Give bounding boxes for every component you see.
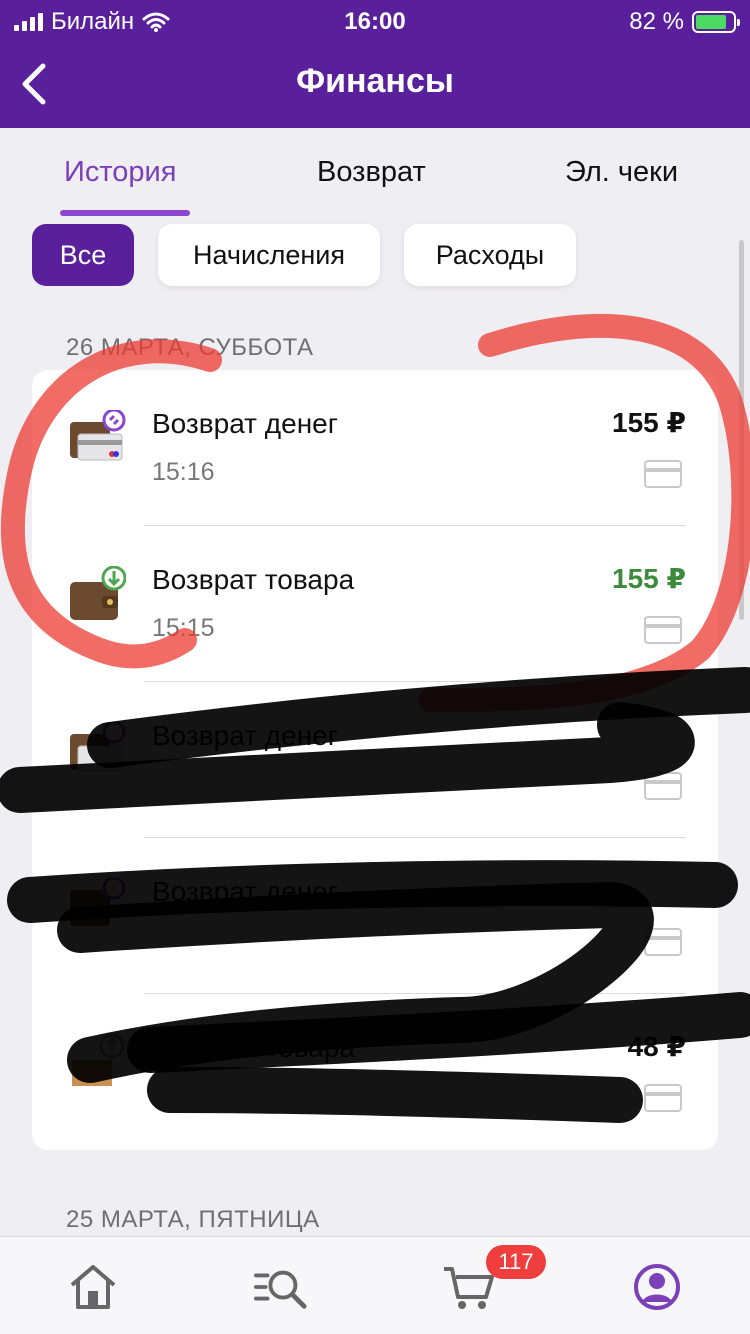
scrollbar[interactable] bbox=[739, 240, 744, 620]
card-payment-icon bbox=[644, 460, 682, 488]
card-payment-icon bbox=[644, 616, 682, 644]
package-upload-icon bbox=[72, 1034, 125, 1086]
transactions-card: Возврат денег 15:16 155 ₽ Возврат товара… bbox=[32, 370, 718, 1150]
page-title: Финансы bbox=[296, 62, 454, 100]
wallet-card-refund-icon bbox=[70, 722, 126, 773]
nav-home[interactable] bbox=[66, 1261, 120, 1313]
transaction-name: Возврат денег bbox=[152, 720, 338, 751]
transaction-row[interactable]: Возврат денег 15:16 155 ₽ bbox=[32, 370, 718, 526]
battery-percent: 82 % bbox=[629, 8, 684, 35]
transaction-name: Возврат товара bbox=[152, 564, 355, 595]
wallet-download-icon bbox=[70, 566, 126, 620]
transaction-row[interactable]: Возврат денег bbox=[32, 682, 718, 838]
status-bar: Билайн 16:00 82 % bbox=[0, 0, 750, 44]
transaction-name: Возврат денег bbox=[152, 876, 338, 907]
tab-return[interactable]: Возврат bbox=[317, 156, 426, 189]
wallet-card-refund-icon bbox=[70, 410, 126, 461]
search-catalog-icon bbox=[254, 1270, 307, 1309]
profile-icon bbox=[634, 1264, 680, 1310]
nav-catalog[interactable] bbox=[254, 1261, 308, 1313]
app-header: Билайн 16:00 82 % Финансы bbox=[0, 0, 750, 128]
transaction-time: 15:15 bbox=[152, 614, 215, 642]
card-payment-icon bbox=[644, 928, 682, 956]
nav-profile[interactable] bbox=[630, 1261, 684, 1313]
filter-chips: Все Начисления Расходы bbox=[0, 216, 750, 306]
filter-all-chip[interactable]: Все bbox=[32, 224, 134, 286]
bottom-navigation: 117 bbox=[0, 1236, 750, 1334]
transaction-amount: 155 ₽ bbox=[612, 563, 686, 594]
transaction-name: Покупка товара bbox=[152, 1032, 355, 1063]
tab-bar: История Возврат Эл. чеки bbox=[0, 128, 750, 216]
cart-badge: 117 bbox=[486, 1245, 546, 1279]
transaction-amount: 155 ₽ bbox=[612, 407, 686, 438]
filter-credits-chip[interactable]: Начисления bbox=[158, 224, 380, 286]
home-icon bbox=[70, 1265, 116, 1309]
card-payment-icon bbox=[644, 772, 682, 800]
battery-icon bbox=[692, 11, 740, 33]
section-date: 25 МАРТА, ПЯТНИЦА bbox=[66, 1206, 320, 1233]
tab-history[interactable]: История bbox=[64, 156, 176, 189]
card-payment-icon bbox=[644, 1084, 682, 1112]
transaction-name: Возврат денег bbox=[152, 408, 338, 439]
transaction-row[interactable]: Возврат товара 15:15 155 ₽ bbox=[32, 526, 718, 682]
section-date: 26 МАРТА, СУББОТА bbox=[66, 334, 314, 361]
tab-e-receipts[interactable]: Эл. чеки bbox=[565, 156, 678, 189]
wallet-card-refund-icon bbox=[70, 878, 126, 926]
transaction-amount: 48 ₽ bbox=[627, 1031, 686, 1062]
transaction-row[interactable]: Покупка товара 48 ₽ bbox=[32, 994, 718, 1150]
filter-expenses-chip[interactable]: Расходы bbox=[404, 224, 576, 286]
transaction-row[interactable]: Возврат денег bbox=[32, 838, 718, 994]
transaction-time: 15:16 bbox=[152, 458, 215, 486]
